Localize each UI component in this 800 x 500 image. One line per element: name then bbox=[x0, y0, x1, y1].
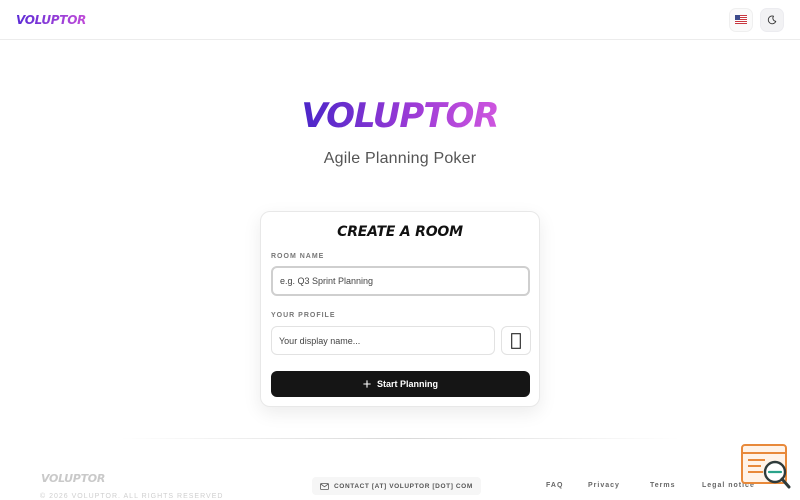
us-flag-icon bbox=[735, 15, 747, 24]
footer-link-terms[interactable]: Terms bbox=[650, 482, 676, 489]
avatar-picker-button[interactable] bbox=[501, 326, 531, 355]
footer-link-privacy[interactable]: Privacy bbox=[588, 482, 620, 489]
room-name-input[interactable] bbox=[271, 266, 530, 296]
tagline: Agile Planning Poker bbox=[323, 150, 477, 167]
room-name-label: ROOM NAME bbox=[271, 253, 325, 260]
contact-email-link[interactable]: CONTACT [AT] VOLUPTOR [DOT] COM bbox=[312, 477, 481, 495]
copyright-text: © 2026 VOLUPTOR. ALL RIGHTS RESERVED bbox=[40, 493, 224, 500]
top-bar: VOLUPTOR bbox=[0, 0, 800, 40]
footer-link-faq[interactable]: FAQ bbox=[546, 482, 563, 489]
contact-email-text: CONTACT [AT] VOLUPTOR [DOT] COM bbox=[334, 482, 473, 490]
moon-icon bbox=[767, 15, 777, 24]
card-title: CREATE A ROOM bbox=[337, 224, 463, 240]
mail-icon bbox=[320, 482, 329, 490]
start-planning-button[interactable]: Start Planning bbox=[271, 371, 530, 397]
start-planning-label: Start Planning bbox=[376, 379, 438, 389]
create-room-card: CREATE A ROOM ROOM NAME YOUR PROFILE Sta… bbox=[260, 211, 540, 407]
footer-brand-logo: VOLUPTOR bbox=[41, 472, 105, 485]
language-button[interactable] bbox=[729, 7, 753, 32]
avatar-placeholder-icon bbox=[511, 332, 521, 349]
hero-logo-text: VOLUPTOR bbox=[301, 96, 499, 136]
profile-label: YOUR PROFILE bbox=[271, 312, 336, 319]
header-actions bbox=[729, 7, 784, 32]
display-name-input[interactable] bbox=[271, 326, 495, 355]
search-feedback-widget[interactable] bbox=[741, 444, 791, 490]
search-document-icon bbox=[741, 444, 791, 489]
hero-logo: VOLUPTOR bbox=[0, 96, 800, 136]
theme-toggle-button[interactable] bbox=[760, 7, 784, 32]
plus-icon bbox=[363, 380, 371, 388]
header-brand-logo[interactable]: VOLUPTOR bbox=[16, 13, 86, 27]
footer-divider bbox=[120, 438, 680, 439]
